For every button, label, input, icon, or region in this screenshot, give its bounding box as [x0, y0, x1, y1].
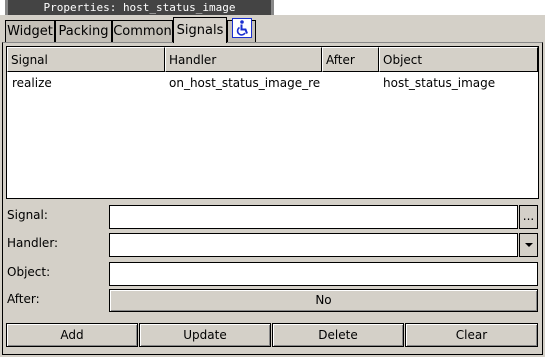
- handler-label: Handler:: [7, 236, 59, 250]
- column-header-object[interactable]: Object: [379, 47, 538, 72]
- wheelchair-icon: [231, 18, 252, 45]
- tab-signals[interactable]: Signals: [173, 17, 227, 43]
- object-field[interactable]: [109, 262, 538, 286]
- object-label: Object:: [7, 265, 51, 279]
- tab-packing[interactable]: Packing: [55, 20, 112, 42]
- clear-button[interactable]: Clear: [405, 323, 538, 347]
- update-button[interactable]: Update: [139, 323, 271, 347]
- chevron-down-icon: [524, 243, 534, 257]
- column-header-after[interactable]: After: [322, 47, 379, 72]
- signal-browse-button[interactable]: ...: [519, 205, 538, 229]
- column-header-signal[interactable]: Signal: [7, 47, 165, 72]
- signals-list[interactable]: Signal Handler After Object realize on_h…: [6, 46, 539, 199]
- column-header-handler[interactable]: Handler: [165, 47, 322, 72]
- delete-button[interactable]: Delete: [272, 323, 404, 347]
- table-row[interactable]: realize on_host_status_image_re host_sta…: [7, 75, 538, 91]
- signal-label: Signal:: [7, 208, 48, 222]
- handler-dropdown-button[interactable]: [519, 233, 538, 257]
- after-cell: [325, 75, 375, 91]
- add-button[interactable]: Add: [6, 323, 138, 347]
- after-label: After:: [7, 292, 40, 306]
- tab-accessibility[interactable]: [227, 18, 256, 45]
- after-toggle-button[interactable]: No: [109, 289, 538, 312]
- signal-cell: realize: [12, 76, 52, 90]
- tab-widget[interactable]: Widget: [5, 20, 55, 42]
- signal-field[interactable]: [109, 205, 518, 229]
- handler-field[interactable]: [109, 233, 518, 257]
- window-title: Properties: host_status_image: [43, 1, 236, 14]
- handler-cell: on_host_status_image_re: [169, 76, 321, 90]
- tab-common[interactable]: Common: [112, 20, 173, 42]
- object-cell: host_status_image: [383, 76, 496, 90]
